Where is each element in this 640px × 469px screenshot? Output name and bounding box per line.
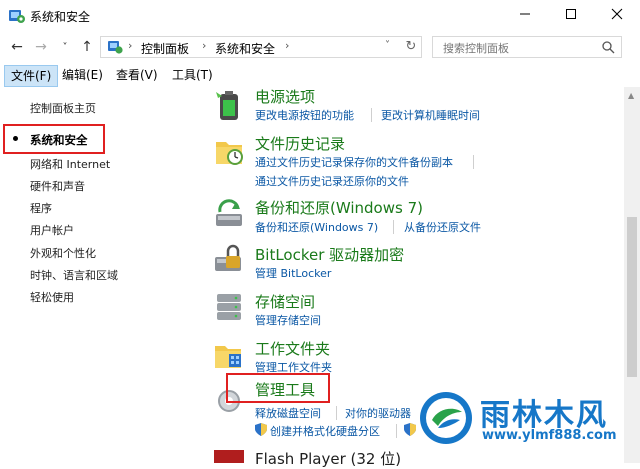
- close-button[interactable]: [594, 0, 640, 31]
- chevron-down-icon: ˅: [62, 41, 68, 53]
- breadcrumb-separator: ›: [285, 39, 290, 52]
- link-change-sleep-time[interactable]: 更改计算机睡眠时间: [381, 107, 480, 123]
- maximize-button[interactable]: [548, 0, 594, 31]
- back-button[interactable]: ←: [6, 31, 28, 63]
- sidebar-home[interactable]: 控制面板主页: [30, 100, 96, 116]
- close-icon: [611, 8, 623, 23]
- file-history-icon: [212, 134, 246, 168]
- back-arrow-icon: ←: [11, 39, 23, 55]
- up-button[interactable]: ↑: [76, 31, 98, 63]
- section-title-work-folders[interactable]: 工作文件夹: [255, 338, 330, 359]
- menu-bar: 文件(F) 编辑(E) 查看(V) 工具(T): [0, 63, 640, 87]
- section-title-bitlocker[interactable]: BitLocker 驱动器加密: [255, 244, 404, 265]
- sidebar-item-system-security[interactable]: 系统和安全: [30, 132, 88, 148]
- work-folders-icon: [212, 338, 246, 372]
- link-create-format-partitions[interactable]: 创建并格式化硬盘分区: [270, 423, 380, 439]
- link-change-power-button[interactable]: 更改电源按钮的功能: [255, 107, 354, 123]
- breadcrumb-system-security[interactable]: 系统和安全: [215, 40, 275, 57]
- link-restore-files[interactable]: 从备份还原文件: [404, 219, 481, 235]
- sidebar-item-user-accounts[interactable]: 用户帐户: [30, 222, 74, 238]
- search-box[interactable]: [432, 36, 622, 58]
- link-divider: [396, 424, 397, 438]
- menu-edit[interactable]: 编辑(E): [56, 65, 109, 85]
- window-title: 系统和安全: [30, 10, 91, 24]
- search-input[interactable]: [441, 38, 595, 58]
- power-options-icon: [212, 88, 246, 122]
- navigation-bar: ← → ˅ ↑ › 控制面板 › 系统和安全 › ˅ ↻: [0, 31, 640, 63]
- active-bullet-icon: [13, 136, 18, 141]
- link-manage-storage[interactable]: 管理存储空间: [255, 312, 321, 328]
- shield-icon: [255, 423, 267, 439]
- link-divider: [473, 155, 474, 169]
- control-panel-icon: [107, 39, 124, 55]
- section-title-file-history[interactable]: 文件历史记录: [255, 133, 345, 154]
- minimize-icon: [519, 8, 531, 23]
- address-bar[interactable]: › 控制面板 › 系统和安全 › ˅ ↻: [100, 36, 422, 58]
- storage-spaces-icon: [212, 290, 246, 324]
- link-divider: [336, 406, 337, 420]
- menu-file[interactable]: 文件(F): [4, 65, 59, 87]
- shield-icon: [404, 423, 416, 439]
- control-panel-icon: [8, 7, 26, 25]
- forward-button[interactable]: →: [30, 31, 52, 63]
- search-icon[interactable]: [601, 40, 615, 54]
- address-dropdown-icon[interactable]: ˅: [385, 40, 390, 51]
- maximize-icon: [565, 8, 577, 23]
- link-file-history-restore[interactable]: 通过文件历史记录还原你的文件: [255, 173, 409, 189]
- watermark-logo-icon: [418, 390, 474, 446]
- breadcrumb-separator: ›: [128, 39, 133, 52]
- link-defragment-drives[interactable]: 对你的驱动器: [345, 405, 411, 421]
- breadcrumb-control-panel[interactable]: 控制面板: [141, 40, 189, 57]
- sidebar-item-hardware-sound[interactable]: 硬件和声音: [30, 178, 85, 194]
- title-bar: 系统和安全: [0, 0, 640, 31]
- sidebar-item-ease-of-access[interactable]: 轻松使用: [30, 289, 74, 305]
- backup-restore-icon: [212, 196, 246, 230]
- section-title-storage-spaces[interactable]: 存储空间: [255, 291, 315, 312]
- bitlocker-icon: [212, 243, 246, 277]
- section-title-backup-restore[interactable]: 备份和还原(Windows 7): [255, 197, 423, 218]
- section-title-power-options[interactable]: 电源选项: [255, 86, 315, 107]
- sidebar-item-clock-region[interactable]: 时钟、语言和区域: [30, 267, 118, 283]
- sidebar-item-network[interactable]: 网络和 Internet: [30, 156, 110, 172]
- menu-tools[interactable]: 工具(T): [166, 65, 219, 85]
- watermark: 雨林木风 www.ylmf888.com: [418, 390, 628, 448]
- link-divider: [371, 108, 372, 122]
- link-file-history-backup[interactable]: 通过文件历史记录保存你的文件备份副本: [255, 154, 453, 170]
- refresh-icon[interactable]: ↻: [403, 39, 419, 55]
- up-arrow-icon: ↑: [81, 39, 93, 55]
- watermark-url: www.ylmf888.com: [482, 428, 617, 443]
- scroll-thumb[interactable]: [627, 217, 637, 377]
- section-title-admin-tools[interactable]: 管理工具: [255, 379, 315, 400]
- sidebar-item-programs[interactable]: 程序: [30, 200, 52, 216]
- link-manage-bitlocker[interactable]: 管理 BitLocker: [255, 265, 331, 281]
- forward-arrow-icon: →: [35, 39, 47, 55]
- menu-view[interactable]: 查看(V): [110, 65, 164, 85]
- breadcrumb-separator: ›: [202, 39, 207, 52]
- link-divider: [393, 220, 394, 234]
- sidebar-item-appearance[interactable]: 外观和个性化: [30, 245, 96, 261]
- recent-locations-button[interactable]: ˅: [54, 31, 76, 63]
- link-backup-restore[interactable]: 备份和还原(Windows 7): [255, 219, 378, 235]
- link-free-disk-space[interactable]: 释放磁盘空间: [255, 405, 321, 421]
- flash-player-icon: [214, 450, 244, 463]
- scroll-up-icon[interactable]: ▲: [628, 91, 634, 100]
- section-title-flash-player[interactable]: Flash Player (32 位): [255, 448, 401, 469]
- minimize-button[interactable]: [502, 0, 548, 31]
